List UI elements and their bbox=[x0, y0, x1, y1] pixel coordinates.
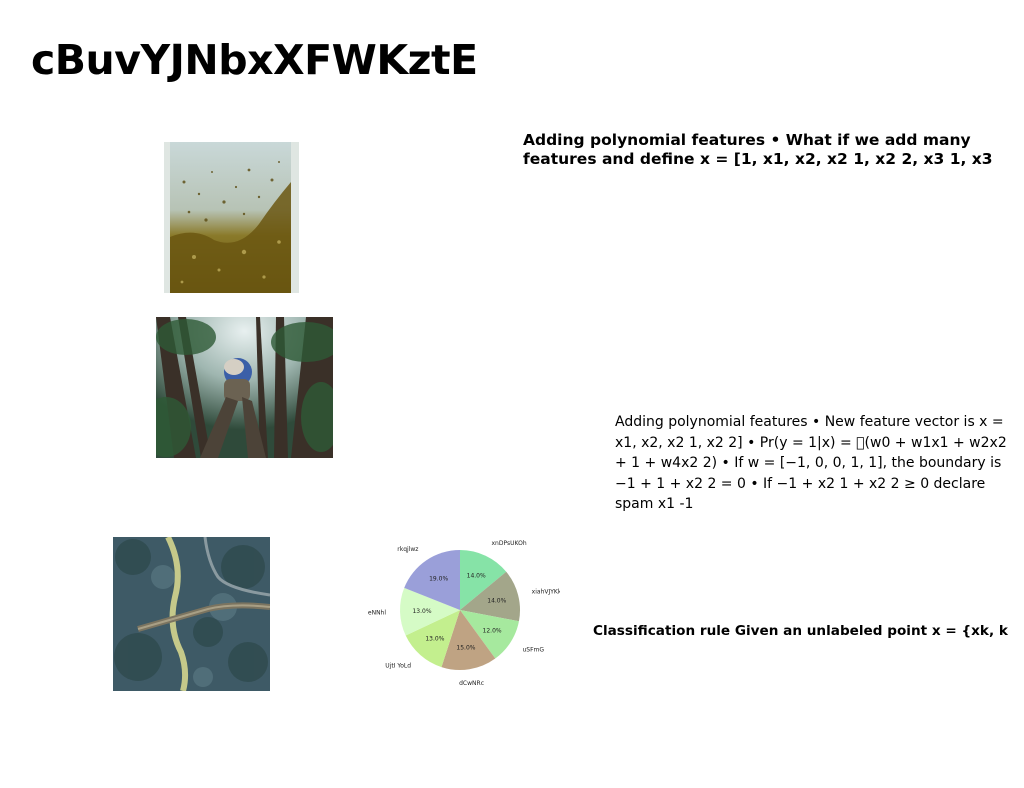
pie-slice-label: xiahVJYKk bbox=[532, 589, 560, 596]
pie-slice-percent: 14.0% bbox=[487, 598, 506, 605]
pie-slice-label: UjtI YoLd bbox=[385, 663, 411, 670]
pie-slice-percent: 13.0% bbox=[412, 608, 431, 615]
pie-slice-label: dCwNRc bbox=[459, 680, 484, 687]
glass-bubbles-photo bbox=[164, 142, 299, 293]
pie-slice-percent: 19.0% bbox=[429, 576, 448, 583]
text-block-feature-vector: Adding polynomial features • New feature… bbox=[615, 414, 1007, 512]
slide-title: cBuvYJNbxXFWKztE bbox=[31, 36, 478, 84]
pie-slice-label: eNNhl bbox=[368, 609, 386, 616]
pie-slice-label: xnDPsUKOh bbox=[492, 540, 527, 547]
text-block-classification-rule: Classification rule Given an unlabeled p… bbox=[593, 623, 1008, 639]
pie-slice-percent: 15.0% bbox=[456, 645, 475, 652]
forest-person-photo bbox=[156, 317, 333, 458]
aerial-bridge-photo bbox=[113, 537, 270, 691]
text-block-polynomial-features: Adding polynomial features • What if we … bbox=[523, 131, 993, 168]
pie-chart: 14.0% xnDPsUKOh 14.0% xiahVJYKk 12.0% uSFmG 15… bbox=[368, 540, 560, 687]
pie-slice-percent: 13.0% bbox=[425, 636, 444, 643]
pie-slice-percent: 12.0% bbox=[483, 627, 502, 634]
pie-slice-percent: 14.0% bbox=[467, 573, 486, 580]
pie-slice-label: rkqjlwz bbox=[397, 546, 418, 553]
pie-slice-label: uSFmG bbox=[522, 647, 544, 654]
